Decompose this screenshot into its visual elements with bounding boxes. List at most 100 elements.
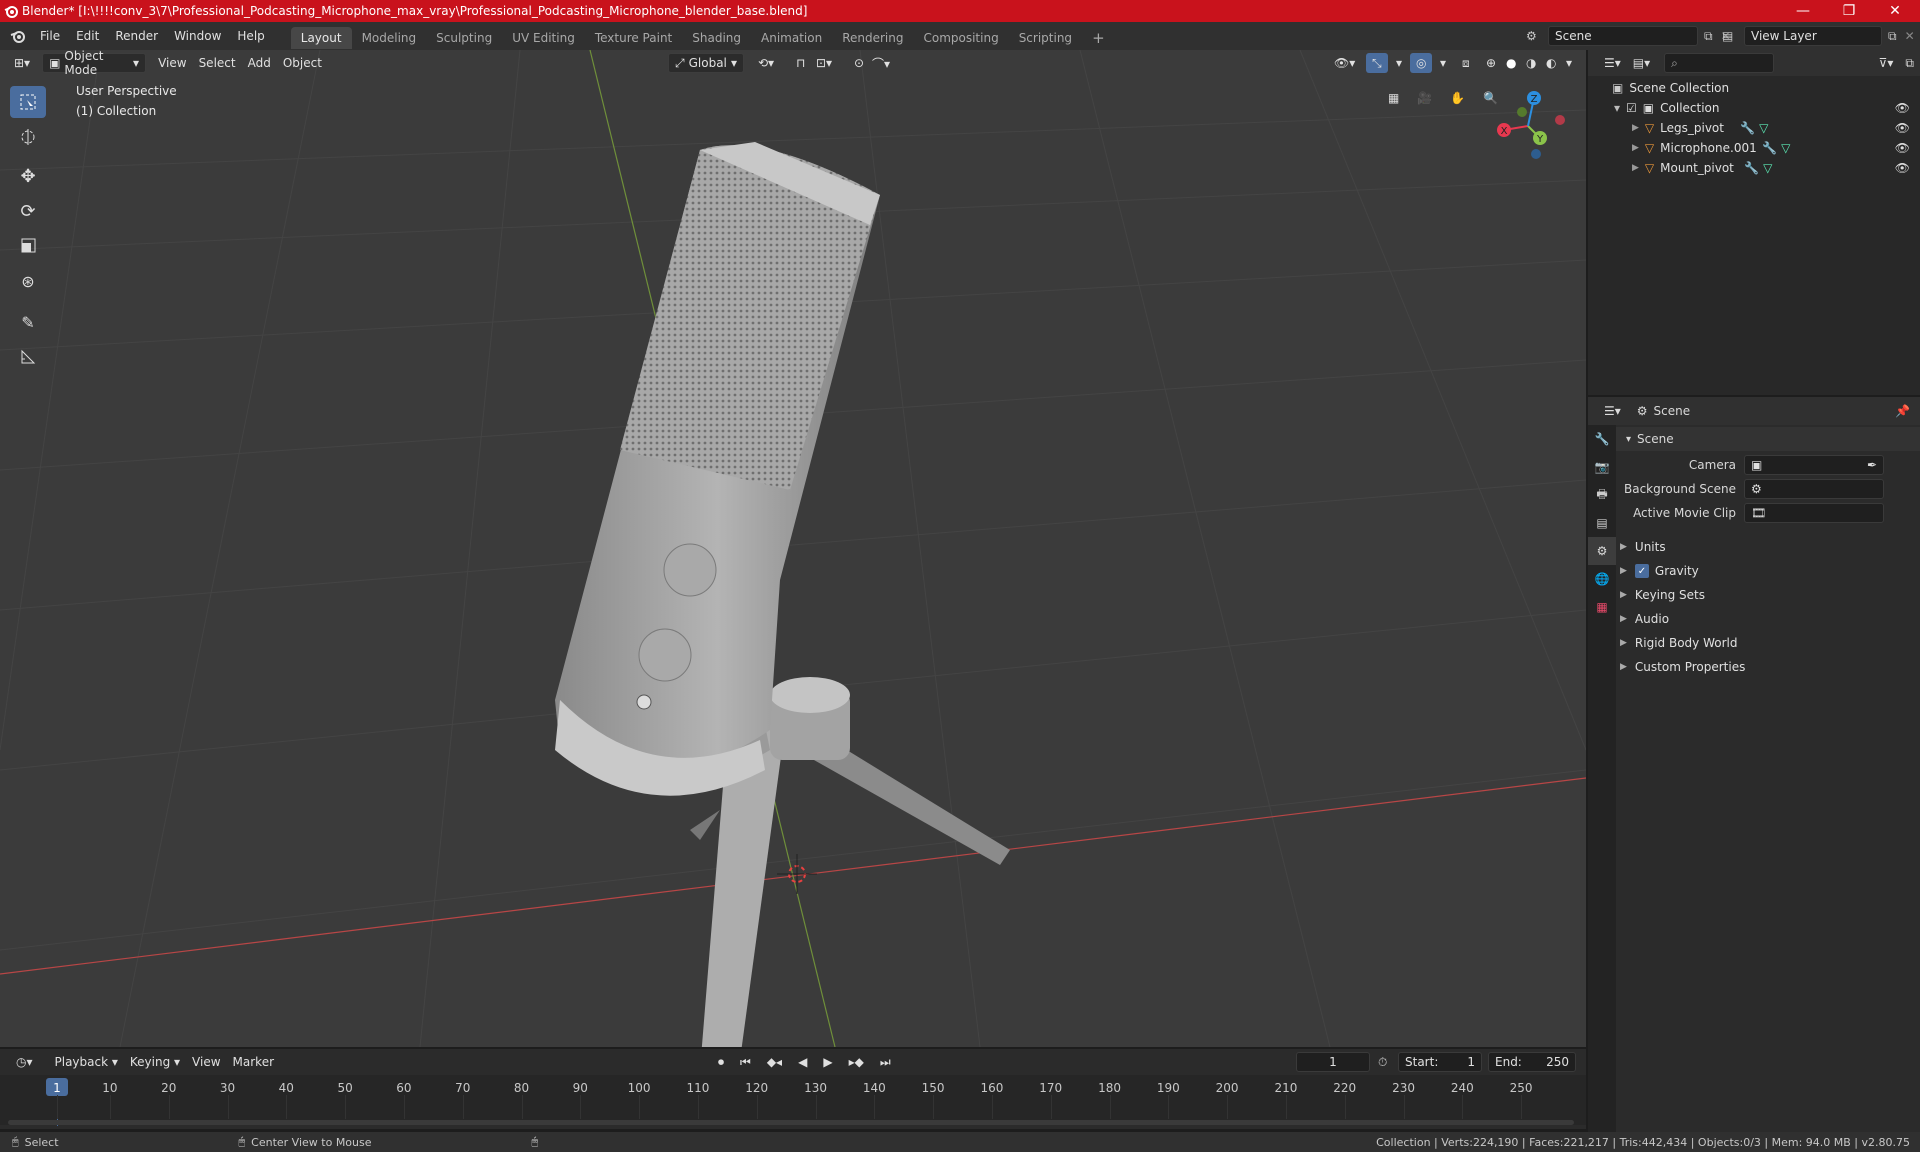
object-mode-dropdown[interactable]: ▣ Object Mode ▾	[42, 50, 147, 77]
rigid-body-world-panel[interactable]: ▶ Rigid Body World	[1620, 632, 1916, 654]
tab-shading[interactable]: Shading	[682, 27, 751, 49]
scene-selector[interactable]: Scene	[1548, 26, 1698, 46]
start-frame-field[interactable]: Start: 1	[1398, 1052, 1482, 1072]
new-view-layer-icon[interactable]: ⧉	[1888, 29, 1897, 44]
tab-layout[interactable]: Layout	[290, 26, 352, 49]
measure-tool-icon[interactable]	[10, 341, 46, 373]
tab-texture-paint[interactable]: Texture Paint	[585, 27, 682, 49]
mesh-data-icon[interactable]: ▽	[1781, 141, 1790, 155]
scene-panel-header[interactable]: ▾ Scene	[1616, 427, 1920, 451]
new-collection-icon[interactable]: ⧉	[1899, 53, 1920, 73]
render-tab-icon[interactable]: 📷	[1588, 453, 1616, 481]
timeline-editor[interactable]: ◷▾ Playback ▾ Keying ▾ View Marker ⏺ ⏮ ◆…	[0, 1049, 1586, 1129]
cursor-tool-icon[interactable]	[10, 121, 46, 153]
output-tab-icon[interactable]: 🖶	[1588, 481, 1616, 509]
outliner-object-row[interactable]: ▶ ▽ Microphone.001 🔧 ▽ 👁	[1588, 138, 1920, 158]
view-layer-selector[interactable]: View Layer	[1744, 26, 1882, 46]
xray-icon[interactable]: ⧈	[1456, 53, 1476, 73]
tool-tab-icon[interactable]: 🔧	[1588, 425, 1616, 453]
gizmo-toggle-icon[interactable]: ⤡	[1366, 53, 1388, 73]
3d-cursor[interactable]	[777, 854, 817, 894]
select-box-tool-icon[interactable]	[10, 86, 46, 118]
move-tool-icon[interactable]: ✥	[10, 160, 46, 192]
active-movie-clip-field[interactable]: 🎞	[1744, 503, 1884, 523]
record-button[interactable]: ⏺	[712, 1052, 730, 1072]
visibility-eye-icon[interactable]: 👁	[1895, 121, 1910, 135]
outliner-object-row[interactable]: ▶ ▽ Mount_pivot 🔧 ▽ 👁	[1588, 158, 1920, 178]
close-window-button[interactable]: ✕	[1872, 0, 1918, 22]
expand-arrow-icon[interactable]: ▾	[1614, 101, 1620, 115]
blender-menu-icon[interactable]	[10, 28, 26, 44]
menu-render[interactable]: Render	[107, 22, 166, 50]
transform-orientation-dropdown[interactable]: ⤢ Global ▾	[668, 53, 744, 73]
scene-icon[interactable]: ⚙	[1526, 29, 1548, 43]
tab-compositing[interactable]: Compositing	[913, 27, 1008, 49]
menu-select[interactable]: Select	[193, 53, 242, 73]
mesh-data-icon[interactable]: ▽	[1759, 121, 1768, 135]
visibility-icon[interactable]: 👁▾	[1328, 53, 1361, 73]
tab-scripting[interactable]: Scripting	[1009, 27, 1082, 49]
add-workspace-button[interactable]: +	[1082, 27, 1115, 49]
remove-view-layer-icon[interactable]: ✕	[1905, 29, 1915, 43]
end-frame-field[interactable]: End: 250	[1488, 1052, 1576, 1072]
editor-type-icon[interactable]: ⊞▾	[8, 53, 36, 73]
tab-animation[interactable]: Animation	[751, 27, 832, 49]
menu-help[interactable]: Help	[229, 22, 272, 50]
visibility-eye-icon[interactable]: 👁	[1895, 101, 1910, 115]
collection-checkbox[interactable]: ☑	[1626, 101, 1637, 115]
jump-start-icon[interactable]: ⏮	[734, 1052, 757, 1072]
camera-field[interactable]: ▣ ✒	[1744, 455, 1884, 475]
current-frame-field[interactable]: 1	[1296, 1052, 1370, 1072]
timeline-editor-type-icon[interactable]: ◷▾	[10, 1052, 39, 1072]
scene-tab-icon[interactable]: ⚙	[1588, 537, 1616, 565]
perspective-toggle-icon[interactable]: ▦	[1382, 88, 1405, 108]
menu-file[interactable]: File	[32, 22, 68, 50]
pin-icon[interactable]: 📌	[1895, 404, 1910, 418]
pan-view-icon[interactable]: ✋	[1444, 88, 1471, 108]
tab-sculpting[interactable]: Sculpting	[426, 27, 502, 49]
snap-target-icon[interactable]: ⊡▾	[810, 53, 838, 73]
tab-modeling[interactable]: Modeling	[352, 27, 427, 49]
play-reverse-icon[interactable]: ◀	[792, 1052, 813, 1072]
tab-uv-editing[interactable]: UV Editing	[502, 27, 585, 49]
tab-rendering[interactable]: Rendering	[832, 27, 913, 49]
world-tab-icon[interactable]: 🌐	[1588, 565, 1616, 593]
view-layer-tab-icon[interactable]: ▤	[1588, 509, 1616, 537]
expand-arrow-icon[interactable]: ▶	[1632, 163, 1639, 173]
audio-panel[interactable]: ▶ Audio	[1620, 608, 1916, 630]
modifier-wrench-icon[interactable]: 🔧	[1762, 141, 1777, 155]
filter-icon[interactable]: ⊽▾	[1873, 53, 1900, 73]
texture-tab-icon[interactable]: ▦	[1588, 593, 1616, 621]
menu-add[interactable]: Add	[242, 53, 277, 73]
units-panel[interactable]: ▶ Units	[1620, 536, 1916, 558]
snap-icon[interactable]: ⊓	[790, 53, 811, 73]
outliner-search-input[interactable]: ⌕	[1664, 53, 1775, 73]
overlays-icon[interactable]: ◎	[1410, 53, 1433, 73]
3d-viewport[interactable]: ⊞▾ ▣ Object Mode ▾ View Select Add Object …	[0, 50, 1586, 1047]
menu-keying[interactable]: Keying ▾	[124, 1052, 186, 1072]
microphone-model[interactable]	[555, 142, 1010, 1047]
display-mode-icon[interactable]: ▤▾	[1627, 53, 1656, 73]
gizmo-options-icon[interactable]: ▾	[1390, 53, 1408, 73]
stopwatch-icon[interactable]: ⏱	[1378, 1055, 1387, 1070]
scale-tool-icon[interactable]	[10, 230, 46, 262]
shading-options-icon[interactable]: ▾	[1560, 53, 1578, 73]
menu-edit[interactable]: Edit	[68, 22, 107, 50]
navigation-gizmo[interactable]: X Y Z	[1490, 86, 1570, 166]
next-keyframe-icon[interactable]: ▸◆	[843, 1052, 870, 1072]
custom-properties-panel[interactable]: ▶ Custom Properties	[1620, 656, 1916, 678]
menu-marker[interactable]: Marker	[227, 1052, 280, 1072]
modifier-wrench-icon[interactable]: 🔧	[1740, 121, 1755, 135]
outliner-object-row[interactable]: ▶ ▽ Legs_pivot 🔧 ▽ 👁	[1588, 118, 1920, 138]
overlays-options-icon[interactable]: ▾	[1434, 53, 1452, 73]
gravity-panel[interactable]: ▶ ✓ Gravity	[1620, 560, 1916, 582]
camera-view-icon[interactable]: 🎥	[1411, 88, 1438, 108]
annotate-tool-icon[interactable]: ✎	[10, 306, 46, 338]
menu-timeline-view[interactable]: View	[186, 1052, 226, 1072]
background-scene-field[interactable]: ⚙	[1744, 479, 1884, 499]
pivot-point-icon[interactable]: ⟲▾	[752, 53, 780, 73]
menu-object[interactable]: Object	[277, 53, 328, 73]
expand-arrow-icon[interactable]: ▶	[1632, 123, 1639, 133]
maximize-button[interactable]: ❐	[1826, 0, 1872, 22]
jump-end-icon[interactable]: ⏭	[874, 1052, 897, 1072]
